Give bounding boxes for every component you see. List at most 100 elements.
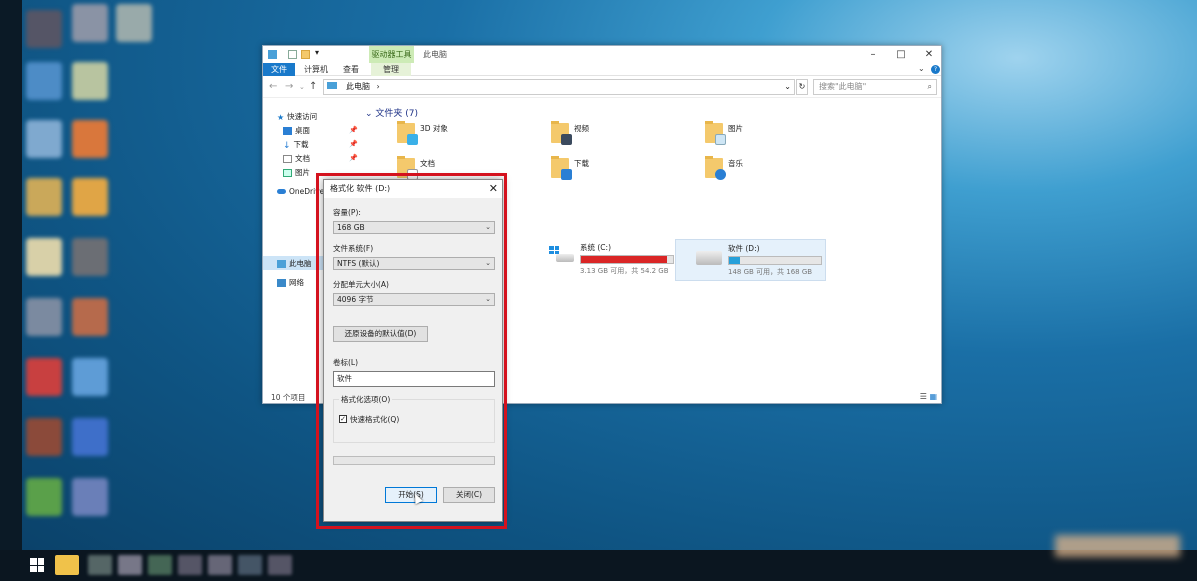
taskbar-app-icon[interactable] — [148, 555, 172, 575]
desktop-icon[interactable] — [72, 178, 108, 216]
address-row: ← → ⌄ ↑ 此电脑 › ⌄ ↻ 搜索"此电脑" ⌕ — [263, 76, 941, 98]
download-icon: ↓ — [283, 140, 291, 151]
desktop-icon[interactable] — [116, 4, 152, 42]
desktop-icon[interactable] — [72, 120, 108, 158]
search-input[interactable]: 搜索"此电脑" ⌕ — [813, 79, 937, 95]
tab-file[interactable]: 文件 — [263, 63, 295, 76]
folder-label: 3D 对象 — [420, 124, 448, 133]
nav-desktop[interactable]: 桌面 — [283, 125, 310, 136]
folder-videos[interactable]: 视频 — [551, 121, 589, 145]
search-icon: ⌕ — [927, 82, 932, 91]
folder-music-icon — [705, 156, 726, 180]
nav-label: 文档 — [295, 154, 310, 163]
taskbar-app-icon[interactable] — [208, 555, 232, 575]
desktop-icon[interactable] — [72, 298, 108, 336]
windows-start-icon[interactable] — [30, 558, 44, 572]
drive-usage-bar — [728, 256, 822, 265]
taskbar-app-icon[interactable] — [238, 555, 262, 575]
expand-ribbon-icon[interactable]: ⌄ — [918, 64, 925, 73]
chevron-down-icon[interactable]: ⌄ — [784, 80, 791, 94]
properties-icon[interactable] — [288, 50, 297, 59]
new-folder-icon[interactable] — [301, 50, 310, 59]
address-bar[interactable]: 此电脑 › ⌄ — [323, 79, 795, 95]
address-path: 此电脑 — [346, 82, 370, 91]
folder-label: 图片 — [728, 124, 743, 133]
desktop-icon[interactable] — [72, 358, 108, 396]
folder-3d-icon — [397, 121, 418, 145]
desktop-icon[interactable] — [26, 62, 62, 100]
recent-locations-icon[interactable]: ⌄ — [299, 83, 305, 91]
desktop-icon[interactable] — [72, 4, 108, 42]
drive-usage-bar — [580, 255, 674, 264]
taskbar-app-icon[interactable] — [88, 555, 112, 575]
view-toggle[interactable]: ☰ ▦ — [920, 392, 937, 401]
cloud-icon — [277, 189, 286, 194]
folder-pictures[interactable]: 图片 — [705, 121, 743, 145]
folder-video-icon — [551, 121, 572, 145]
folder-picture-icon — [705, 121, 726, 145]
up-icon[interactable]: ↑ — [309, 81, 317, 92]
folder-label: 文档 — [420, 159, 435, 168]
nav-label: 此电脑 — [289, 259, 312, 268]
desktop-icon[interactable] — [26, 358, 62, 396]
ribbon-tabs: 文件 计算机 查看 管理 ⌄ ? — [263, 63, 941, 76]
desktop-icon[interactable] — [72, 418, 108, 456]
folder-3d-objects[interactable]: 3D 对象 — [397, 121, 448, 145]
document-icon — [283, 154, 292, 163]
desktop-icon[interactable] — [72, 62, 108, 100]
customize-quick-access-icon[interactable]: ▾ — [315, 48, 319, 57]
forward-icon[interactable]: → — [285, 81, 293, 92]
system-tray[interactable] — [1055, 535, 1180, 557]
close-button[interactable]: ✕ — [915, 46, 943, 63]
nav-pictures[interactable]: 图片 — [283, 167, 310, 178]
large-icons-view-icon[interactable]: ▦ — [929, 392, 937, 401]
star-icon: ★ — [277, 112, 285, 122]
nav-downloads[interactable]: ↓ 下载 — [283, 139, 309, 151]
status-bar: 10 个项目 — [271, 393, 306, 402]
folder-label: 下载 — [574, 159, 589, 168]
nav-label: 图片 — [295, 168, 310, 177]
desktop-icon[interactable] — [26, 298, 62, 336]
details-view-icon[interactable]: ☰ — [920, 392, 927, 401]
pin-icon[interactable]: 📌 — [349, 140, 358, 148]
help-icon[interactable]: ? — [931, 65, 940, 74]
drive-c[interactable]: 系统 (C:) 3.13 GB 可用，共 54.2 GB — [545, 239, 677, 279]
desktop-icon[interactable] — [72, 478, 108, 516]
tab-view[interactable]: 查看 — [337, 63, 365, 76]
folder-downloads[interactable]: 下载 — [551, 156, 589, 180]
nav-label: 网络 — [289, 278, 304, 287]
search-placeholder: 搜索"此电脑" — [819, 82, 867, 91]
file-explorer-taskbar-icon[interactable] — [55, 555, 79, 575]
folder-label: 音乐 — [728, 159, 743, 168]
desktop-icon[interactable] — [72, 238, 108, 276]
taskbar-app-icon[interactable] — [178, 555, 202, 575]
desktop-icon[interactable] — [26, 238, 62, 276]
pin-icon[interactable]: 📌 — [349, 154, 358, 162]
nav-documents[interactable]: 文档 — [283, 153, 310, 164]
network-icon — [277, 278, 286, 287]
nav-network[interactable]: 网络 — [277, 277, 304, 288]
folder-download-icon — [551, 156, 572, 180]
minimize-button[interactable]: – — [859, 46, 887, 63]
taskbar-app-icon[interactable] — [118, 555, 142, 575]
desktop-icon[interactable] — [26, 478, 62, 516]
pin-icon[interactable]: 📌 — [349, 126, 358, 134]
drive-free-space: 3.13 GB 可用，共 54.2 GB — [580, 267, 669, 275]
desktop-icon[interactable] — [26, 10, 62, 48]
maximize-button[interactable]: □ — [887, 46, 915, 63]
taskbar — [0, 550, 1197, 581]
title-bar: ▾ 驱动器工具 此电脑 – □ ✕ — [263, 46, 941, 63]
back-icon[interactable]: ← — [269, 81, 277, 92]
desktop-icon[interactable] — [26, 418, 62, 456]
refresh-button[interactable]: ↻ — [796, 79, 808, 95]
drive-d-selected[interactable]: 软件 (D:) 148 GB 可用，共 168 GB — [675, 239, 826, 281]
tab-computer[interactable]: 计算机 — [299, 63, 333, 76]
desktop-icon[interactable] — [26, 120, 62, 158]
tab-manage[interactable]: 管理 — [371, 63, 411, 76]
desktop-icon[interactable] — [26, 178, 62, 216]
nav-this-pc[interactable]: 此电脑 — [277, 258, 312, 269]
folder-music[interactable]: 音乐 — [705, 156, 743, 180]
taskbar-app-icon[interactable] — [268, 555, 292, 575]
folders-group-header[interactable]: ⌄ 文件夹 (7) — [365, 106, 418, 119]
nav-quick-access[interactable]: ★ 快速访问 — [277, 111, 317, 122]
